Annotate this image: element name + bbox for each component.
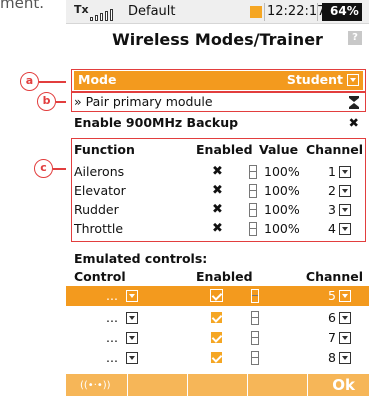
value-bar-icon: [249, 222, 257, 236]
chevron-down-icon[interactable]: [339, 312, 351, 324]
col-function: Function: [74, 142, 135, 157]
chevron-down-icon[interactable]: [126, 332, 138, 344]
control-value: ...: [106, 310, 118, 325]
annotation-b-box: [71, 92, 366, 112]
functions-header: Function Enabled Value Channel: [74, 141, 363, 160]
enabled-toggle[interactable]: ✖: [212, 202, 223, 217]
help-button[interactable]: ?: [348, 31, 362, 45]
chevron-down-icon[interactable]: [126, 290, 138, 302]
value-bar-icon: [251, 289, 259, 303]
enabled-checkbox[interactable]: [210, 331, 223, 344]
value-bar-icon: [251, 351, 259, 365]
enabled-toggle[interactable]: ✖: [212, 164, 223, 179]
status-square-icon: [250, 6, 262, 18]
chevron-down-icon[interactable]: [339, 332, 351, 344]
emulated-row-8[interactable]: ... 8: [74, 349, 363, 368]
value-bar-icon: [251, 331, 259, 345]
wireless-icon: ((•·•)): [80, 380, 111, 391]
emulated-header: Control Enabled Channel: [74, 268, 363, 287]
value-bar-icon: [249, 165, 257, 179]
divider: [317, 3, 318, 21]
function-name: Ailerons: [74, 164, 125, 179]
emulated-row-7[interactable]: ... 7: [74, 329, 363, 348]
chevron-down-icon[interactable]: [126, 312, 138, 324]
chevron-down-icon[interactable]: [339, 204, 351, 216]
function-channel: 1: [328, 164, 336, 179]
function-value[interactable]: 100%: [264, 183, 300, 198]
value-bar-icon: [249, 184, 257, 198]
col-channel: Channel: [305, 269, 363, 284]
page-title: Wireless Modes/Trainer: [112, 30, 323, 49]
function-row-elevator[interactable]: Elevator ✖ 100% 2: [74, 182, 363, 201]
value-bar-icon: [249, 203, 257, 217]
function-channel: 2: [328, 183, 336, 198]
function-value[interactable]: 100%: [264, 221, 300, 236]
tx-label: Tx: [74, 3, 89, 16]
function-name: Throttle: [74, 221, 124, 236]
function-value[interactable]: 100%: [264, 164, 300, 179]
col-enabled: Enabled: [196, 142, 253, 157]
chevron-down-icon[interactable]: [126, 352, 138, 364]
divider: [264, 3, 265, 21]
enabled-checkbox[interactable]: [210, 289, 223, 302]
value-bar-icon: [251, 311, 259, 325]
battery-level: 64%: [330, 4, 359, 18]
annotation-a-box: [71, 69, 366, 92]
col-control: Control: [74, 269, 126, 284]
backup-disabled-icon[interactable]: ✖: [349, 115, 359, 130]
softkey-4[interactable]: [248, 374, 308, 396]
chevron-down-icon[interactable]: [339, 166, 351, 178]
transmitter-screen: Tx Default 12:22:17 64% Wireless Modes/T…: [66, 0, 369, 396]
function-row-ailerons[interactable]: Ailerons ✖ 100% 1: [74, 163, 363, 182]
emulated-heading: Emulated controls:: [74, 251, 208, 266]
cropped-text: ment.: [0, 0, 44, 12]
control-value: ...: [106, 350, 118, 365]
emulated-channel: 6: [328, 310, 336, 325]
softkey-2[interactable]: [128, 374, 188, 396]
emulated-channel: 8: [328, 350, 336, 365]
chevron-down-icon[interactable]: [339, 185, 351, 197]
emulated-row-5[interactable]: ... 5: [74, 287, 363, 306]
emulated-heading-row: Emulated controls:: [74, 250, 363, 269]
enabled-toggle[interactable]: ✖: [212, 183, 223, 198]
annotation-c: c: [34, 159, 53, 178]
function-name: Rudder: [74, 202, 119, 217]
emulated-row-6[interactable]: ... 6: [74, 309, 363, 328]
function-channel: 3: [328, 202, 336, 217]
softkey-1[interactable]: ((•·•)): [66, 374, 128, 396]
backup-row[interactable]: Enable 900MHz Backup ✖: [74, 114, 363, 133]
signal-bars-icon: [90, 9, 114, 21]
emulated-channel: 7: [328, 330, 336, 345]
col-channel: Channel: [306, 142, 364, 157]
status-bar: Tx Default 12:22:17 64%: [66, 0, 369, 24]
softkey-bar: ((•·•)) Ok: [66, 374, 369, 396]
annotation-b: b: [37, 92, 56, 111]
chevron-down-icon[interactable]: [339, 352, 351, 364]
control-value: ...: [106, 288, 118, 303]
function-name: Elevator: [74, 183, 126, 198]
model-name: Default: [128, 4, 176, 19]
function-value[interactable]: 100%: [264, 202, 300, 217]
annotation-a: a: [20, 72, 39, 91]
emulated-channel: 5: [328, 288, 336, 303]
enabled-checkbox[interactable]: [210, 311, 223, 324]
chevron-down-icon[interactable]: [339, 223, 351, 235]
function-row-rudder[interactable]: Rudder ✖ 100% 3: [74, 201, 363, 220]
enabled-toggle[interactable]: ✖: [212, 221, 223, 236]
backup-label: Enable 900MHz Backup: [74, 115, 239, 130]
ok-button[interactable]: Ok: [332, 376, 355, 394]
function-row-throttle[interactable]: Throttle ✖ 100% 4: [74, 220, 363, 239]
function-channel: 4: [328, 221, 336, 236]
control-value: ...: [106, 330, 118, 345]
col-enabled: Enabled: [196, 269, 253, 284]
softkey-3[interactable]: [188, 374, 248, 396]
enabled-checkbox[interactable]: [210, 351, 223, 364]
col-value: Value: [259, 142, 299, 157]
chevron-down-icon[interactable]: [339, 290, 351, 302]
